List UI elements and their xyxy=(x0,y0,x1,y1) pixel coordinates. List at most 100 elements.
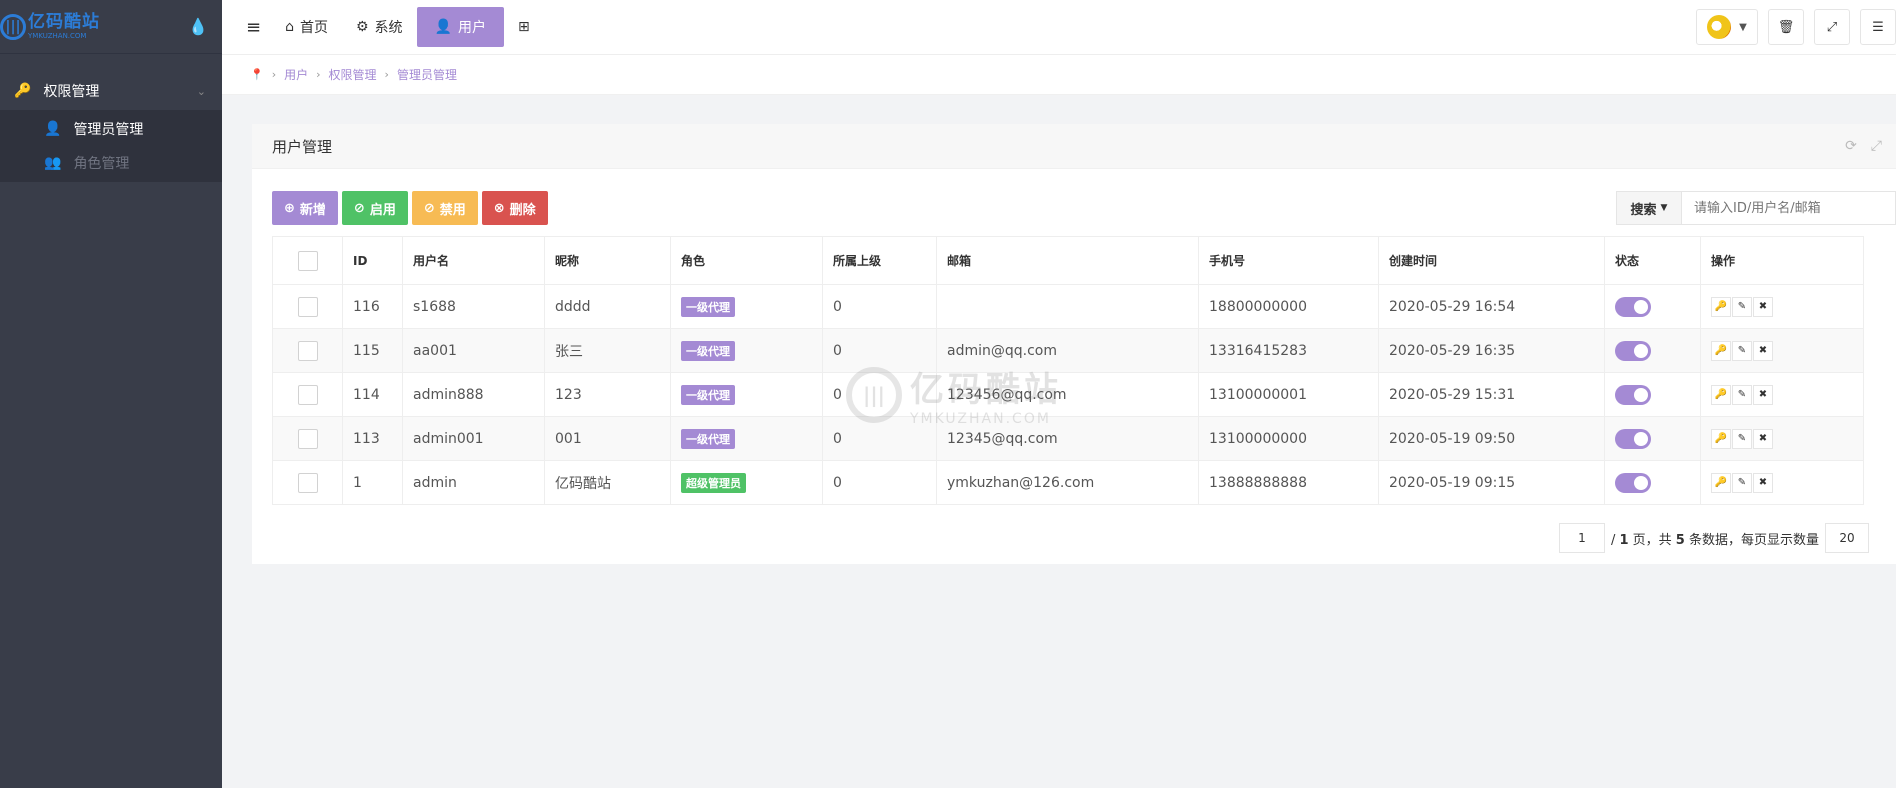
sidebar-item-label: 角色管理 xyxy=(73,156,130,172)
edit-icon[interactable]: ✎ xyxy=(1732,472,1752,493)
grid-icon[interactable]: ⊞ xyxy=(504,7,544,47)
role-badge: 一级代理 xyxy=(681,340,735,361)
action-buttons: ⊕ 新增 ⊘ 启用 ⊘ 禁用 ⊗ 删除 xyxy=(272,191,548,225)
key-icon[interactable]: 🔑 xyxy=(1711,296,1731,317)
role-badge: 一级代理 xyxy=(681,384,735,405)
delete-button[interactable]: ⊗ 删除 xyxy=(481,191,548,225)
status-toggle[interactable] xyxy=(1615,428,1651,449)
edit-icon[interactable]: ✎ xyxy=(1732,296,1752,317)
total-pages: 1 xyxy=(1619,532,1629,548)
cell-phone: 13100000000 xyxy=(1198,416,1379,461)
enable-button[interactable]: ⊘ 启用 xyxy=(341,191,408,225)
col-header: 用户名 xyxy=(402,236,545,285)
row-checkbox[interactable] xyxy=(297,384,318,405)
breadcrumb-item-permissions[interactable]: 权限管理 xyxy=(329,66,377,83)
expand-icon: ⤢ xyxy=(1826,19,1838,35)
nav-item-system[interactable]: ⚙ 系统 xyxy=(342,7,417,47)
search-input[interactable] xyxy=(1682,191,1896,225)
row-actions: 🔑 ✎ ✖ xyxy=(1711,428,1853,449)
status-toggle[interactable] xyxy=(1615,472,1651,493)
row-checkbox[interactable] xyxy=(297,472,318,493)
refresh-icon[interactable]: ⟳ xyxy=(1845,138,1857,154)
key-icon[interactable]: 🔑 xyxy=(1711,340,1731,361)
row-checkbox[interactable] xyxy=(297,428,318,449)
cell-username: aa001 xyxy=(402,328,545,373)
edit-icon[interactable]: ✎ xyxy=(1732,428,1752,449)
search-type-select[interactable]: 搜索 ▼ xyxy=(1616,191,1682,225)
cell-created: 2020-05-19 09:15 xyxy=(1378,460,1605,505)
logo[interactable]: ||| 亿码酷站 YMKUZHAN.COM xyxy=(0,13,100,40)
location-pin-icon: 📍 xyxy=(250,68,264,81)
role-badge: 超级管理员 xyxy=(681,472,746,493)
cell-nickname: 张三 xyxy=(544,328,671,373)
cell-id: 113 xyxy=(342,416,403,461)
page-input[interactable]: 1 xyxy=(1558,523,1605,553)
edit-icon[interactable]: ✎ xyxy=(1732,384,1752,405)
search-type-label: 搜索 xyxy=(1630,202,1657,218)
pagination: 1 / 1 页，共 5 条数据，每页显示数量 20 xyxy=(1558,523,1869,553)
close-icon[interactable]: ✖ xyxy=(1753,428,1773,449)
status-toggle[interactable] xyxy=(1615,296,1651,317)
row-checkbox[interactable] xyxy=(297,340,318,361)
menu-group-permissions: 🔑 权限管理 ⌄ 👤 管理员管理 👥 角色管理 xyxy=(0,72,222,182)
cell-nickname: 亿码酷站 xyxy=(544,460,671,505)
close-icon[interactable]: ✖ xyxy=(1753,384,1773,405)
status-toggle[interactable] xyxy=(1615,384,1651,405)
col-header: 创建时间 xyxy=(1378,236,1605,285)
menu-title-permissions[interactable]: 🔑 权限管理 ⌄ xyxy=(0,72,222,110)
header: ≡ ⌂ 首页 ⚙ 系统 👤 用户 ⊞ ▼ 🗑 ⤢ ☰ xyxy=(222,0,1896,55)
watermark: ||| 亿码酷站 YMKUZHAN.COM xyxy=(846,362,1062,427)
col-header: 状态 xyxy=(1604,236,1701,285)
breadcrumb-item-user[interactable]: 用户 xyxy=(284,66,308,83)
disable-button[interactable]: ⊘ 禁用 xyxy=(411,191,478,225)
cell-email: ymkuzhan@126.com xyxy=(936,460,1199,505)
role-badge: 一级代理 xyxy=(681,296,735,317)
panel-title: 用户管理 xyxy=(272,137,333,156)
settings-panel-button[interactable]: ☰ xyxy=(1860,9,1896,45)
delete-button-label: 删除 xyxy=(509,202,536,218)
sidebar-item-role-management[interactable]: 👥 角色管理 xyxy=(0,146,222,180)
col-header: ID xyxy=(342,236,403,285)
fullscreen-button[interactable]: ⤢ xyxy=(1814,9,1850,45)
key-icon[interactable]: 🔑 xyxy=(1711,384,1731,405)
nav-item-home[interactable]: ⌂ 首页 xyxy=(271,7,342,47)
row-actions: 🔑 ✎ ✖ xyxy=(1711,472,1853,493)
cell-phone: 13888888888 xyxy=(1198,460,1379,505)
top-nav: ≡ ⌂ 首页 ⚙ 系统 👤 用户 ⊞ xyxy=(222,0,544,55)
droplet-icon[interactable]: 💧 xyxy=(188,17,208,36)
cell-phone: 13100000001 xyxy=(1198,372,1379,417)
logo-mark-icon: ||| xyxy=(0,13,26,40)
maximize-icon[interactable]: ⤢ xyxy=(1871,138,1882,154)
status-toggle[interactable] xyxy=(1615,340,1651,361)
table-row: 116 s1688 dddd 一级代理 0 18800000000 2020-0… xyxy=(272,284,1864,329)
disable-button-label: 禁用 xyxy=(439,202,466,218)
sidebar-item-admin-management[interactable]: 👤 管理员管理 xyxy=(0,112,222,146)
breadcrumb-item-admin[interactable]: 管理员管理 xyxy=(397,66,457,83)
select-all-checkbox[interactable] xyxy=(297,250,318,271)
edit-icon[interactable]: ✎ xyxy=(1732,340,1752,361)
nav-item-user[interactable]: 👤 用户 xyxy=(416,7,504,47)
cell-parent: 0 xyxy=(822,460,937,505)
table-header-row: ID 用户名 昵称 角色 所属上级 邮箱 手机号 创建时间 状态 操作 xyxy=(272,236,1864,285)
chevron-down-icon: ⌄ xyxy=(196,84,206,98)
close-icon[interactable]: ✖ xyxy=(1753,296,1773,317)
table-body: 116 s1688 dddd 一级代理 0 18800000000 2020-0… xyxy=(272,284,1864,505)
breadcrumb: 📍 › 用户 › 权限管理 › 管理员管理 xyxy=(222,55,1896,95)
close-icon[interactable]: ✖ xyxy=(1753,472,1773,493)
add-button[interactable]: ⊕ 新增 xyxy=(272,191,338,225)
page-size-input[interactable]: 20 xyxy=(1825,523,1869,553)
toolbar: ⊕ 新增 ⊘ 启用 ⊘ 禁用 ⊗ 删除 搜索 ▼ xyxy=(272,191,1896,225)
row-checkbox[interactable] xyxy=(297,296,318,317)
key-icon[interactable]: 🔑 xyxy=(1711,472,1731,493)
row-actions: 🔑 ✎ ✖ xyxy=(1711,296,1853,317)
cell-id: 114 xyxy=(342,372,403,417)
row-actions: 🔑 ✎ ✖ xyxy=(1711,384,1853,405)
cell-nickname: 123 xyxy=(544,372,671,417)
key-icon[interactable]: 🔑 xyxy=(1711,428,1731,449)
cell-username: admin001 xyxy=(402,416,545,461)
users-icon: 👥 xyxy=(44,155,62,171)
user-menu-button[interactable]: ▼ xyxy=(1696,9,1758,45)
menu-toggle-icon[interactable]: ≡ xyxy=(236,7,271,47)
trash-button[interactable]: 🗑 xyxy=(1768,9,1804,45)
close-icon[interactable]: ✖ xyxy=(1753,340,1773,361)
